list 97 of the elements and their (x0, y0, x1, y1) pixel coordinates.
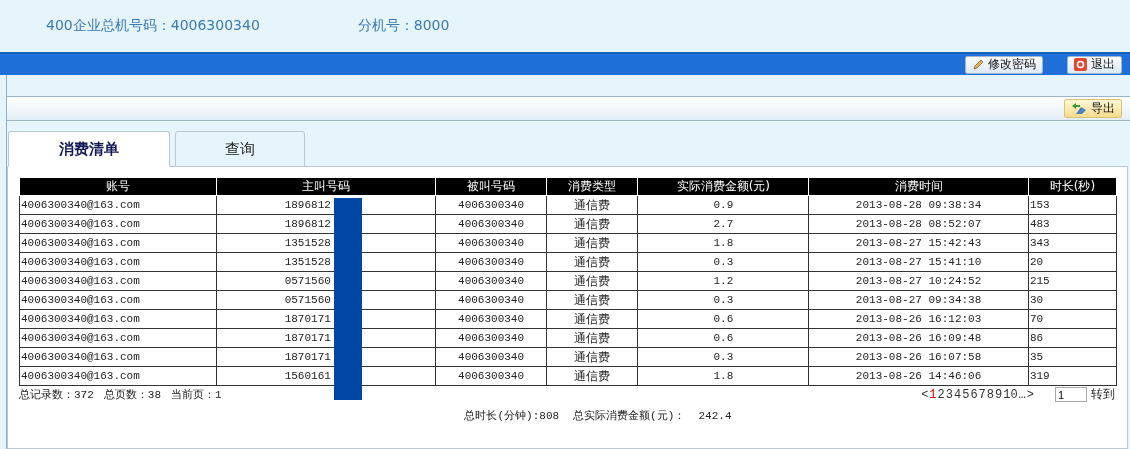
table-cell: 2013-08-27 10:24:52 (808, 271, 1029, 291)
page-link[interactable]: 7 (978, 387, 986, 402)
table-cell: 4006300340 (435, 195, 547, 215)
table-cell: 30 (1028, 290, 1117, 310)
table-cell: 2013-08-26 16:12:03 (808, 309, 1029, 329)
table-cell: 0.6 (637, 309, 809, 329)
page-link[interactable]: 8 (986, 387, 994, 402)
table-cell: 4006300340@163.com (19, 328, 217, 348)
column-header: 时长(秒) (1028, 178, 1117, 196)
record-count: 总记录数：372 (19, 388, 94, 402)
table-cell: 2.7 (637, 214, 809, 234)
table-cell: 2013-08-26 14:46:06 (808, 366, 1029, 386)
previous-page-link[interactable]: < (921, 387, 929, 402)
table-cell: 4006300340 (435, 252, 547, 272)
table-cell: 2013-08-28 08:52:07 (808, 214, 1029, 234)
page-link[interactable]: 2 (937, 387, 945, 402)
table-cell: 4006300340@163.com (19, 195, 217, 215)
table-cell: 通信费 (546, 309, 638, 329)
table-cell: 4006300340 (435, 214, 547, 234)
table-cell: 0.9 (637, 195, 809, 215)
table-cell: 4006300340 (435, 328, 547, 348)
column-header: 被叫号码 (435, 178, 547, 196)
power-icon (1074, 58, 1087, 71)
extension-label: 分机号：8000 (357, 17, 450, 35)
page-link[interactable]: 10 (1003, 387, 1018, 402)
column-header: 实际消费金额(元) (637, 178, 809, 196)
table-cell: 通信费 (546, 252, 638, 272)
page-link[interactable]: 5 (962, 387, 970, 402)
page-count: 总页数：38 (103, 388, 161, 402)
tab[interactable]: 查询 (175, 131, 305, 167)
table-cell: 4006300340@163.com (19, 366, 217, 386)
table-cell: 2013-08-27 15:42:43 (808, 233, 1029, 253)
table-cell: 通信费 (546, 290, 638, 310)
table-cell: 319 (1028, 366, 1117, 386)
table-cell: 343 (1028, 233, 1117, 253)
table-cell: 2013-08-27 09:34:38 (808, 290, 1029, 310)
table-cell: 4006300340 (435, 290, 547, 310)
table-cell: 4006300340 (435, 271, 547, 291)
table-cell: 2013-08-28 09:38:34 (808, 195, 1029, 215)
table-cell: 4006300340@163.com (19, 290, 217, 310)
pencil-icon (972, 58, 984, 71)
table-cell: 4006300340@163.com (19, 233, 217, 253)
table-cell: 通信费 (546, 214, 638, 234)
page-number-field[interactable]: 1 (1055, 387, 1087, 402)
table-cell: 20 (1028, 252, 1117, 272)
table-cell: 2013-08-26 16:07:58 (808, 347, 1029, 367)
column-header: 主叫号码 (216, 178, 436, 196)
table-cell: 70 (1028, 309, 1117, 329)
table-cell: 86 (1028, 328, 1117, 348)
table-cell: 通信费 (546, 271, 638, 291)
export-icon (1071, 102, 1087, 115)
next-page-link[interactable]: > (1026, 387, 1034, 402)
table-cell: 通信费 (546, 366, 638, 386)
column-header: 消费时间 (808, 178, 1029, 196)
table-cell: 通信费 (546, 233, 638, 253)
more-pages-link[interactable]: … (1018, 387, 1026, 402)
table-cell: 1.2 (637, 271, 809, 291)
table-cell: 通信费 (546, 347, 638, 367)
logout-button[interactable]: 退出 (1067, 55, 1122, 74)
table-cell: 153 (1028, 195, 1117, 215)
table-cell: 2013-08-26 16:09:48 (808, 328, 1029, 348)
table-cell: 1.8 (637, 366, 809, 386)
page-link[interactable]: 3 (945, 387, 953, 402)
table-cell: 4006300340 (435, 233, 547, 253)
page-link[interactable]: 1 (929, 387, 937, 402)
table-cell: 4006300340@163.com (19, 271, 217, 291)
table-cell: 0.6 (637, 328, 809, 348)
table-cell: 215 (1028, 271, 1117, 291)
page-link[interactable]: 9 (995, 387, 1003, 402)
main-number-label: 400企业总机号码：4006300340 (46, 17, 260, 35)
change-password-button[interactable]: 修改密码 (965, 55, 1043, 74)
export-button[interactable]: 导出 (1064, 99, 1122, 118)
table-cell: 0.3 (637, 252, 809, 272)
goto-button[interactable]: 转到 (1091, 386, 1115, 403)
table-cell: 通信费 (546, 195, 638, 215)
table-cell: 4006300340 (435, 309, 547, 329)
table-cell: 4006300340@163.com (19, 214, 217, 234)
table-cell: 4006300340 (435, 347, 547, 367)
table-cell: 483 (1028, 214, 1117, 234)
table-cell: 4006300340 (435, 366, 547, 386)
total-amount: 总实际消费金额(元)： 242.4 (573, 409, 732, 423)
table-cell: 4006300340@163.com (19, 252, 217, 272)
table-cell: 0.3 (637, 347, 809, 367)
table-cell: 2013-08-27 15:41:10 (808, 252, 1029, 272)
column-header: 账号 (19, 178, 217, 196)
page-link[interactable]: 4 (953, 387, 962, 402)
column-header: 消费类型 (546, 178, 638, 196)
tab[interactable]: 消费清单 (8, 131, 170, 167)
page-link[interactable]: 6 (970, 387, 978, 402)
current-page: 当前页：1 (171, 388, 222, 402)
table-cell: 4006300340@163.com (19, 309, 217, 329)
table-cell: 4006300340@163.com (19, 347, 217, 367)
table-cell: 0.3 (637, 290, 809, 310)
table-cell: 1.8 (637, 233, 809, 253)
table-cell: 35 (1028, 347, 1117, 367)
table-cell: 通信费 (546, 328, 638, 348)
total-duration: 总时长(分钟):808 (464, 409, 560, 423)
